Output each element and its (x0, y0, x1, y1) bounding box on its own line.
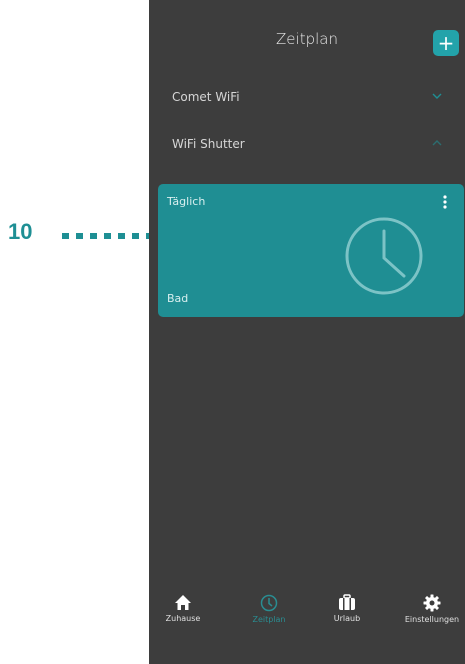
schedule-room: Bad (167, 292, 189, 305)
clock-icon (260, 594, 278, 612)
device-row-wifi-shutter[interactable]: WiFi Shutter (172, 137, 443, 151)
callout-dotted-line (62, 233, 152, 239)
device-label: Comet WiFi (172, 90, 240, 104)
suitcase-icon (339, 594, 355, 610)
nav-label: Einstellungen (404, 615, 460, 624)
nav-item-urlaub[interactable]: Urlaub (312, 594, 382, 623)
device-row-comet-wifi[interactable]: Comet WiFi (172, 90, 443, 104)
nav-item-einstellungen[interactable]: Einstellungen (397, 594, 465, 624)
nav-label: Zeitplan (252, 615, 286, 624)
nav-label: Zuhause (165, 614, 201, 623)
chevron-up-icon[interactable] (431, 137, 443, 151)
device-label: WiFi Shutter (172, 137, 245, 151)
bottom-nav: Zuhause Zeitplan Urlaub Einstellungen (149, 594, 465, 644)
add-schedule-button[interactable]: + (433, 30, 459, 56)
nav-item-zeitplan[interactable]: Zeitplan (234, 594, 304, 624)
home-icon (175, 595, 191, 610)
schedule-card[interactable]: Täglich Bad (158, 184, 464, 317)
app-screen: Zeitplan + Comet WiFi WiFi Shutter Tägli… (149, 0, 465, 664)
clock-icon (342, 214, 426, 298)
page-title: Zeitplan (276, 30, 338, 48)
nav-label: Urlaub (333, 614, 361, 623)
chevron-down-icon[interactable] (431, 90, 443, 104)
more-options-icon[interactable] (438, 194, 452, 210)
callout-number: 10 (8, 219, 33, 244)
gear-icon (423, 594, 441, 612)
schedule-frequency: Täglich (167, 195, 206, 208)
nav-item-zuhause[interactable]: Zuhause (148, 594, 218, 623)
